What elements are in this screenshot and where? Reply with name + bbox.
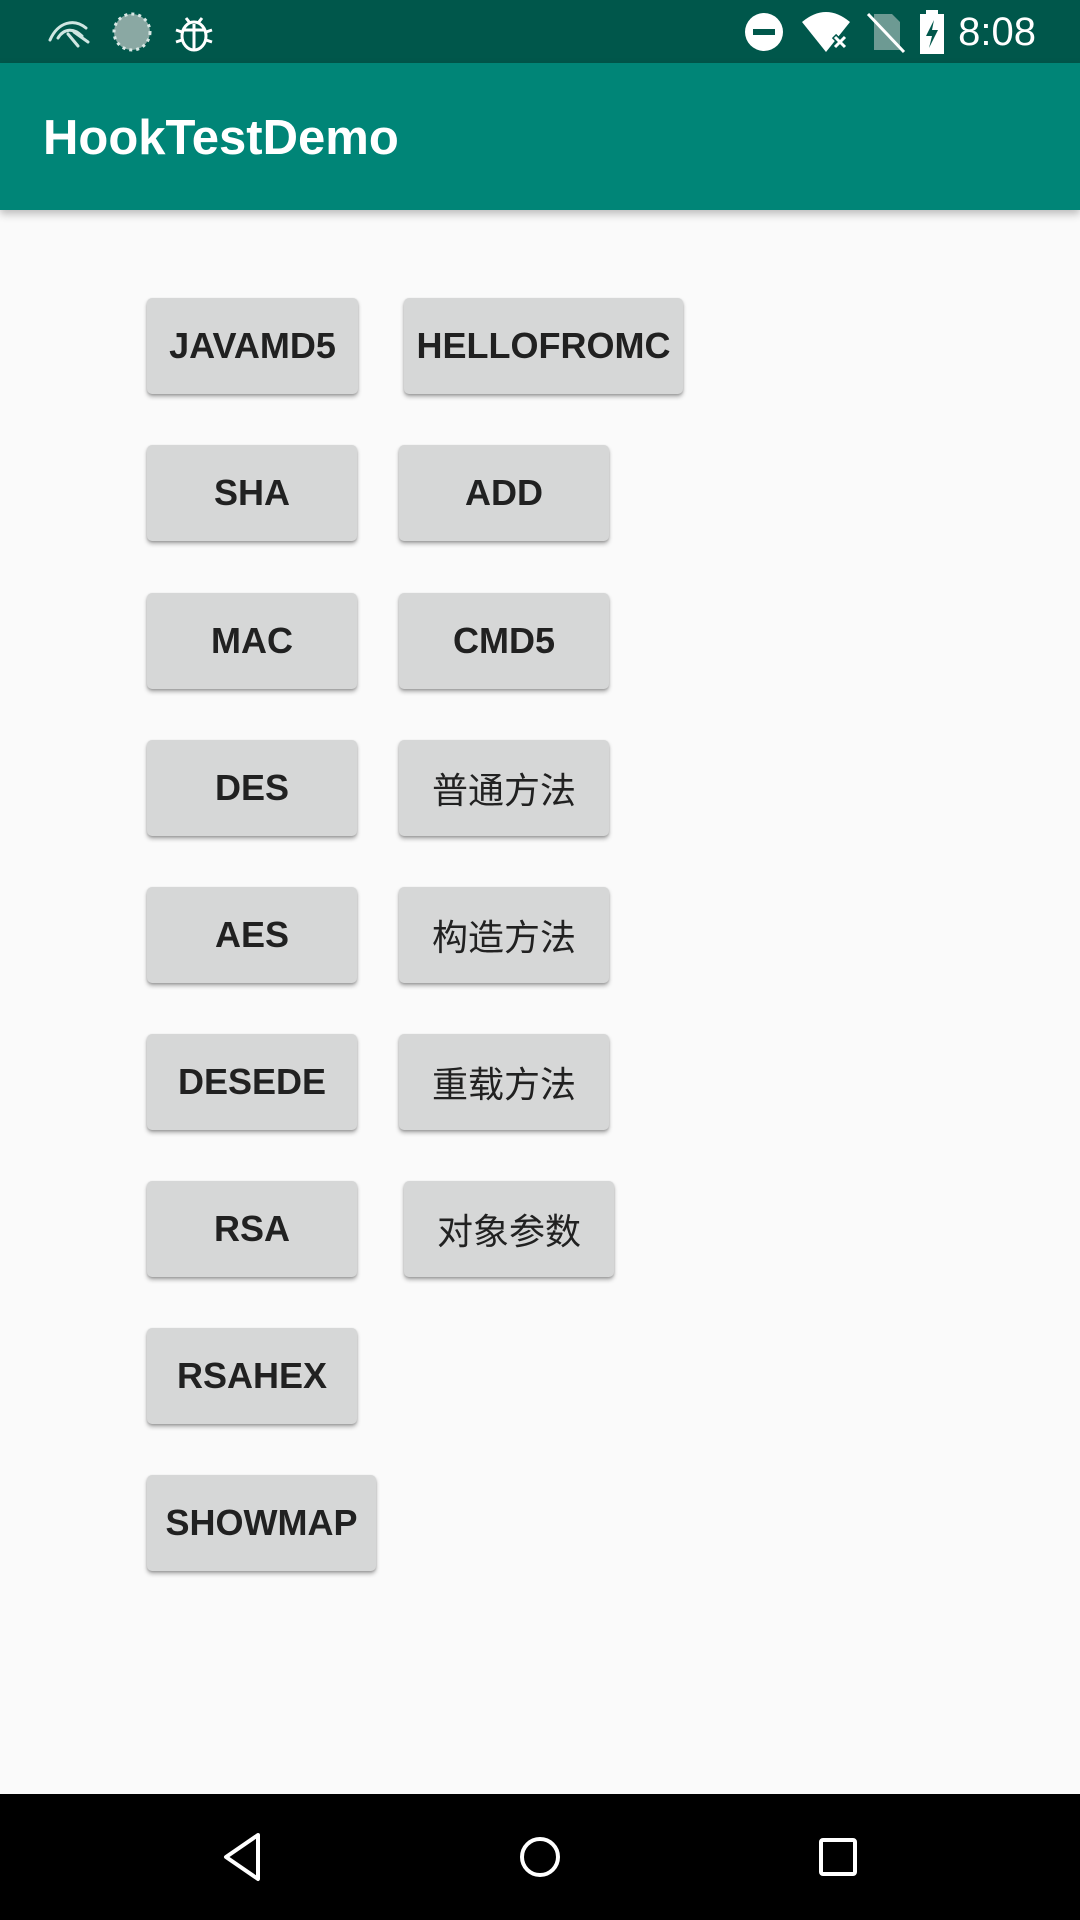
home-icon[interactable] bbox=[504, 1821, 576, 1893]
sha-button[interactable]: SHA bbox=[147, 445, 357, 541]
kali-dragon-icon bbox=[48, 21, 90, 48]
back-icon[interactable] bbox=[206, 1821, 278, 1893]
do-not-disturb-icon bbox=[745, 13, 783, 51]
app-title: HookTestDemo bbox=[43, 111, 399, 165]
rsahex-button[interactable]: RSAHEX bbox=[147, 1328, 357, 1424]
overload-method-button[interactable]: 重载方法 bbox=[399, 1034, 609, 1130]
cmd5-button[interactable]: CMD5 bbox=[399, 593, 609, 689]
hellofromc-button[interactable]: HELLOFROMC bbox=[404, 298, 683, 394]
mac-button[interactable]: MAC bbox=[147, 593, 357, 689]
showmap-button[interactable]: SHOWMAP bbox=[147, 1475, 376, 1571]
normal-method-button[interactable]: 普通方法 bbox=[399, 740, 609, 836]
loading-circle-icon bbox=[112, 12, 152, 52]
rsa-button[interactable]: RSA bbox=[147, 1181, 357, 1277]
navigation-bar bbox=[0, 1794, 1080, 1920]
recents-icon[interactable] bbox=[802, 1821, 874, 1893]
battery-charging-icon bbox=[920, 10, 944, 54]
javamd5-button[interactable]: JAVAMD5 bbox=[147, 298, 358, 394]
aes-button[interactable]: AES bbox=[147, 887, 357, 983]
status-bar: 8:08 bbox=[0, 0, 1080, 63]
constructor-method-button[interactable]: 构造方法 bbox=[399, 887, 609, 983]
object-param-button[interactable]: 对象参数 bbox=[404, 1181, 614, 1277]
des-button[interactable]: DES bbox=[147, 740, 357, 836]
wifi-icon bbox=[802, 12, 850, 52]
app-bar: HookTestDemo bbox=[0, 63, 1080, 210]
add-button[interactable]: ADD bbox=[399, 445, 609, 541]
status-time: 8:08 bbox=[958, 10, 1036, 54]
no-sim-icon bbox=[866, 12, 906, 54]
desede-button[interactable]: DESEDE bbox=[147, 1034, 357, 1130]
bug-icon bbox=[175, 17, 213, 52]
